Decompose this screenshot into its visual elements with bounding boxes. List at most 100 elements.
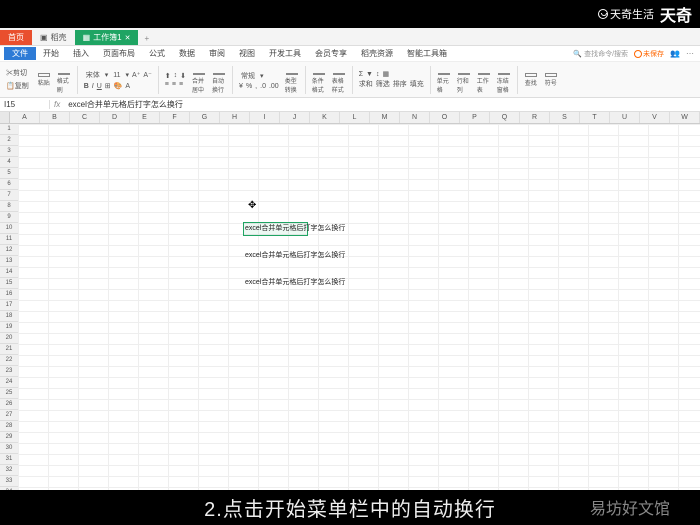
- search-input[interactable]: 🔍查找命令/搜索: [573, 49, 628, 59]
- font-color-button[interactable]: A: [125, 83, 130, 90]
- sum-icon[interactable]: Σ: [359, 71, 363, 78]
- menu-data[interactable]: 数据: [172, 47, 202, 60]
- row-9[interactable]: 9: [0, 212, 18, 223]
- row-10[interactable]: 10: [0, 223, 18, 234]
- name-box[interactable]: I15: [0, 100, 50, 109]
- col-V[interactable]: V: [640, 112, 670, 123]
- col-R[interactable]: R: [520, 112, 550, 123]
- tab-workbook[interactable]: ▦工作簿1✕: [75, 30, 139, 45]
- increase-font-icon[interactable]: A⁺: [132, 71, 140, 79]
- col-L[interactable]: L: [340, 112, 370, 123]
- chevron-down-icon[interactable]: ▾: [126, 71, 130, 79]
- currency-icon[interactable]: ¥: [239, 83, 243, 90]
- col-J[interactable]: J: [280, 112, 310, 123]
- decimal-dec-icon[interactable]: .00: [269, 83, 279, 90]
- menu-formula[interactable]: 公式: [142, 47, 172, 60]
- close-icon[interactable]: ✕: [125, 34, 131, 42]
- col-E[interactable]: E: [130, 112, 160, 123]
- chevron-down-icon[interactable]: ▾: [105, 71, 109, 79]
- menu-view[interactable]: 视图: [232, 47, 262, 60]
- col-K[interactable]: K: [310, 112, 340, 123]
- select-all-corner[interactable]: [0, 112, 10, 123]
- chevron-down-icon[interactable]: ▾: [260, 72, 264, 80]
- col-B[interactable]: B: [40, 112, 70, 123]
- col-A[interactable]: A: [10, 112, 40, 123]
- row-18[interactable]: 18: [0, 311, 18, 322]
- add-tab-button[interactable]: +: [138, 32, 155, 45]
- freeze-button[interactable]: 冻结窗格: [497, 73, 511, 87]
- col-N[interactable]: N: [400, 112, 430, 123]
- menu-member[interactable]: 会员专享: [308, 47, 354, 60]
- row-1[interactable]: 1: [0, 124, 18, 135]
- menu-layout[interactable]: 页面布局: [96, 47, 142, 60]
- menu-review[interactable]: 审阅: [202, 47, 232, 60]
- format-painter-button[interactable]: 格式刷: [57, 73, 71, 87]
- menu-file[interactable]: 文件: [4, 47, 36, 60]
- filter-icon[interactable]: ▼: [366, 71, 373, 78]
- row-14[interactable]: 14: [0, 267, 18, 278]
- row-16[interactable]: 16: [0, 289, 18, 300]
- fx-icon[interactable]: fx: [50, 100, 64, 109]
- row-3[interactable]: 3: [0, 146, 18, 157]
- border-button[interactable]: ⊞: [105, 82, 111, 90]
- decrease-font-icon[interactable]: A⁻: [143, 71, 151, 79]
- row-25[interactable]: 25: [0, 388, 18, 399]
- decimal-inc-icon[interactable]: .0: [260, 83, 266, 90]
- formula-input[interactable]: excel合并单元格后打字怎么换行: [64, 99, 700, 110]
- align-bot-icon[interactable]: ⬇: [180, 72, 186, 80]
- more-icon[interactable]: ⋯: [686, 49, 694, 59]
- align-mid-icon[interactable]: ↕: [174, 72, 178, 79]
- align-top-icon[interactable]: ⬆: [165, 72, 171, 80]
- row-2[interactable]: 2: [0, 135, 18, 146]
- row-6[interactable]: 6: [0, 179, 18, 190]
- align-left-icon[interactable]: ≡: [165, 81, 169, 88]
- row-26[interactable]: 26: [0, 399, 18, 410]
- menu-smart[interactable]: 智能工具箱: [400, 47, 454, 60]
- rowcol-button[interactable]: 行和列: [457, 73, 471, 87]
- row-21[interactable]: 21: [0, 344, 18, 355]
- number-format[interactable]: 常规: [239, 70, 257, 82]
- col-I[interactable]: I: [250, 112, 280, 123]
- italic-button[interactable]: I: [92, 83, 94, 90]
- col-H[interactable]: H: [220, 112, 250, 123]
- row-31[interactable]: 31: [0, 454, 18, 465]
- row-8[interactable]: 8: [0, 201, 18, 212]
- row-7[interactable]: 7: [0, 190, 18, 201]
- row-4[interactable]: 4: [0, 157, 18, 168]
- cells-area[interactable]: ✥ excel合并单元格后打字怎么换行 excel合并单元格后打字怎么换行 ex…: [18, 124, 700, 492]
- size-select[interactable]: 11: [111, 71, 122, 80]
- merge-button[interactable]: 合并居中: [192, 73, 206, 87]
- row-13[interactable]: 13: [0, 256, 18, 267]
- row-22[interactable]: 22: [0, 355, 18, 366]
- symbol-button[interactable]: 符号: [544, 73, 558, 87]
- row-20[interactable]: 20: [0, 333, 18, 344]
- table-style-button[interactable]: 表格样式: [332, 73, 346, 87]
- percent-icon[interactable]: %: [246, 83, 252, 90]
- tab-daohang[interactable]: ▣稻壳: [32, 30, 75, 45]
- col-P[interactable]: P: [460, 112, 490, 123]
- tab-home[interactable]: 首页: [0, 30, 32, 45]
- row-32[interactable]: 32: [0, 465, 18, 476]
- col-F[interactable]: F: [160, 112, 190, 123]
- menu-insert[interactable]: 插入: [66, 47, 96, 60]
- col-U[interactable]: U: [610, 112, 640, 123]
- menu-dev[interactable]: 开发工具: [262, 47, 308, 60]
- row-24[interactable]: 24: [0, 377, 18, 388]
- type-convert-button[interactable]: 类型转换: [285, 73, 299, 87]
- find-button[interactable]: 查找: [524, 73, 538, 87]
- align-right-icon[interactable]: ≡: [179, 81, 183, 88]
- wrap-button[interactable]: 自动换行: [212, 73, 226, 87]
- cell-button[interactable]: 单元格: [437, 73, 451, 87]
- col-W[interactable]: W: [670, 112, 700, 123]
- col-Q[interactable]: Q: [490, 112, 520, 123]
- menu-start[interactable]: 开始: [36, 47, 66, 60]
- row-30[interactable]: 30: [0, 443, 18, 454]
- col-D[interactable]: D: [100, 112, 130, 123]
- copy-button[interactable]: 📋复制: [4, 80, 31, 92]
- row-11[interactable]: 11: [0, 234, 18, 245]
- cell-content-1[interactable]: excel合并单元格后打字怎么换行: [245, 223, 345, 234]
- menu-resource[interactable]: 稻壳资源: [354, 47, 400, 60]
- col-S[interactable]: S: [550, 112, 580, 123]
- row-28[interactable]: 28: [0, 421, 18, 432]
- col-O[interactable]: O: [430, 112, 460, 123]
